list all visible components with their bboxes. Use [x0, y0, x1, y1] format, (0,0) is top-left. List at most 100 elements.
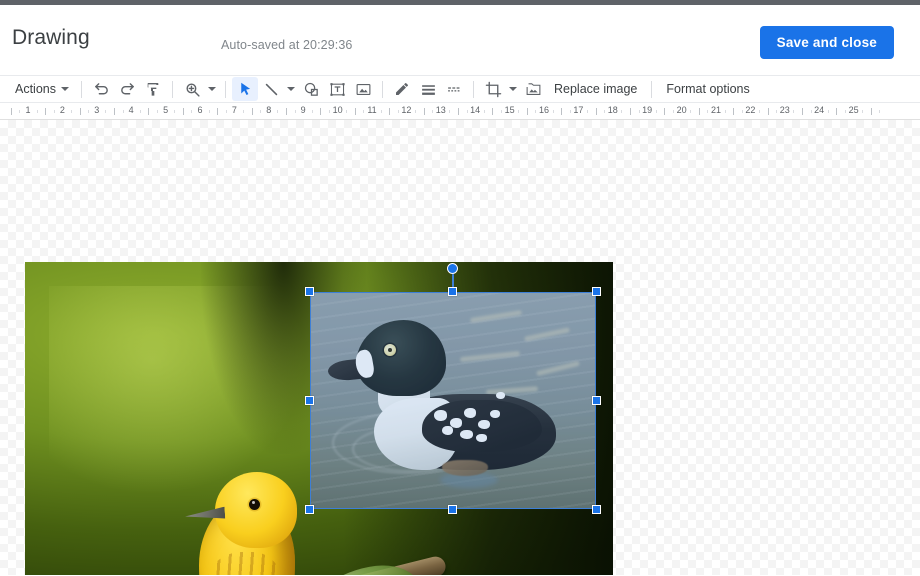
pen-icon: [394, 81, 410, 97]
ruler-tick: [630, 108, 631, 115]
resize-handle-middle-left[interactable]: [305, 396, 314, 405]
duck-wing-spot: [478, 420, 490, 429]
ruler-tick: [19, 110, 21, 113]
rotate-handle[interactable]: [447, 263, 458, 274]
ruler-tick: [217, 108, 219, 115]
toolbar-divider: [651, 80, 653, 98]
ruler-tick: [346, 110, 348, 113]
ruler-tick: [621, 110, 623, 113]
select-tool-button[interactable]: [232, 77, 258, 101]
horizontal-ruler[interactable]: 1 2 3 4 5 6 7 8 9 10 11 12 13 14 15 16 17 18 19 20 21 22 23 24 2…: [0, 103, 920, 120]
save-and-close-button[interactable]: Save and close: [759, 26, 894, 59]
duck-wing-spot: [434, 410, 447, 421]
ruler-tick: [741, 110, 743, 113]
cursor-icon: [237, 81, 254, 98]
ruler-tick: [664, 108, 666, 115]
ruler-mark-2: 2: [59, 105, 65, 115]
bird-eye: [249, 499, 260, 510]
duck-eye: [384, 344, 396, 356]
ruler-tick: [157, 110, 158, 113]
ruler-tick: [320, 108, 322, 115]
ruler-tick: [698, 108, 700, 115]
ruler-mark-3: 3: [94, 105, 100, 115]
duck-wing-spot: [442, 426, 453, 435]
border-dash-button[interactable]: [441, 77, 467, 101]
ruler-tick: [423, 108, 425, 115]
ruler-mark-24: 24: [814, 105, 825, 115]
redo-button[interactable]: [114, 77, 140, 101]
ruler-mark-19: 19: [642, 105, 653, 115]
text-box-icon: [329, 81, 346, 98]
ruler-tick: [36, 110, 38, 113]
shape-icon: [303, 81, 320, 98]
actions-menu-button[interactable]: Actions: [8, 77, 75, 101]
paint-format-button[interactable]: [140, 77, 166, 101]
resize-handle-bottom-right[interactable]: [592, 505, 601, 514]
resize-handle-bottom-left[interactable]: [305, 505, 314, 514]
ruler-tick: [260, 110, 262, 113]
ruler-mark-20: 20: [676, 105, 687, 115]
ruler-tick: [71, 110, 72, 113]
ruler-tick: [492, 108, 494, 115]
text-box-tool-button[interactable]: [324, 77, 350, 101]
toolbar-divider: [225, 80, 226, 98]
zoom-dropdown-button[interactable]: [205, 77, 219, 101]
line-dropdown-button[interactable]: [284, 77, 298, 101]
ruler-tick: [380, 110, 382, 113]
toolbar-divider: [172, 80, 173, 98]
ruler-mark-10: 10: [332, 105, 343, 115]
ruler-tick: [483, 110, 485, 113]
ruler-mark-8: 8: [266, 105, 272, 115]
ruler-tick: [294, 110, 296, 113]
image-icon: [355, 81, 372, 98]
mask-image-icon: [525, 81, 542, 98]
drawing-canvas[interactable]: [0, 120, 920, 575]
ruler-tick: [277, 110, 279, 113]
duck-wing-spot: [476, 434, 487, 442]
selected-image-object[interactable]: [305, 263, 601, 514]
ruler-mark-11: 11: [367, 105, 377, 115]
ruler-tick: [329, 110, 330, 113]
ruler-mark-7: 7: [231, 105, 237, 115]
ruler-mark-18: 18: [607, 105, 618, 115]
duck-foot: [442, 460, 488, 476]
crop-button[interactable]: [480, 77, 506, 101]
replace-image-button[interactable]: Replace image: [546, 77, 645, 101]
goldeneye-duck: [327, 314, 560, 488]
ruler-tick: [415, 110, 416, 113]
chevron-down-icon: [61, 87, 69, 91]
ruler-tick: [862, 110, 864, 113]
toolbar-divider: [382, 80, 383, 98]
ruler-mark-6: 6: [197, 105, 203, 115]
ruler-tick: [466, 110, 468, 113]
ruler-tick: [174, 110, 176, 113]
ruler-tick: [501, 110, 502, 113]
paint-format-icon: [145, 81, 161, 97]
crop-dropdown-button[interactable]: [506, 77, 520, 101]
undo-icon: [93, 81, 110, 98]
resize-handle-top-center[interactable]: [448, 287, 457, 296]
ruler-mark-22: 22: [745, 105, 756, 115]
ruler-tick: [208, 110, 210, 113]
zoom-button[interactable]: [179, 77, 205, 101]
resize-handle-top-left[interactable]: [305, 287, 314, 296]
line-icon: [263, 81, 280, 98]
ruler-tick: [569, 110, 571, 113]
resize-handle-bottom-center[interactable]: [448, 505, 457, 514]
border-weight-button[interactable]: [415, 77, 441, 101]
pen-color-button[interactable]: [389, 77, 415, 101]
resize-handle-top-right[interactable]: [592, 287, 601, 296]
resize-handle-middle-right[interactable]: [592, 396, 601, 405]
insert-image-button[interactable]: [350, 77, 376, 101]
ruler-mark-23: 23: [779, 105, 790, 115]
line-tool-button[interactable]: [258, 77, 284, 101]
shape-tool-button[interactable]: [298, 77, 324, 101]
selected-image[interactable]: [310, 292, 596, 509]
undo-button[interactable]: [88, 77, 114, 101]
ruler-tick: [526, 108, 528, 115]
ruler-tick: [191, 110, 193, 113]
border-dash-icon: [446, 81, 463, 98]
ruler-tick: [870, 108, 872, 115]
mask-image-button[interactable]: [520, 77, 546, 101]
format-options-button[interactable]: Format options: [658, 77, 757, 101]
